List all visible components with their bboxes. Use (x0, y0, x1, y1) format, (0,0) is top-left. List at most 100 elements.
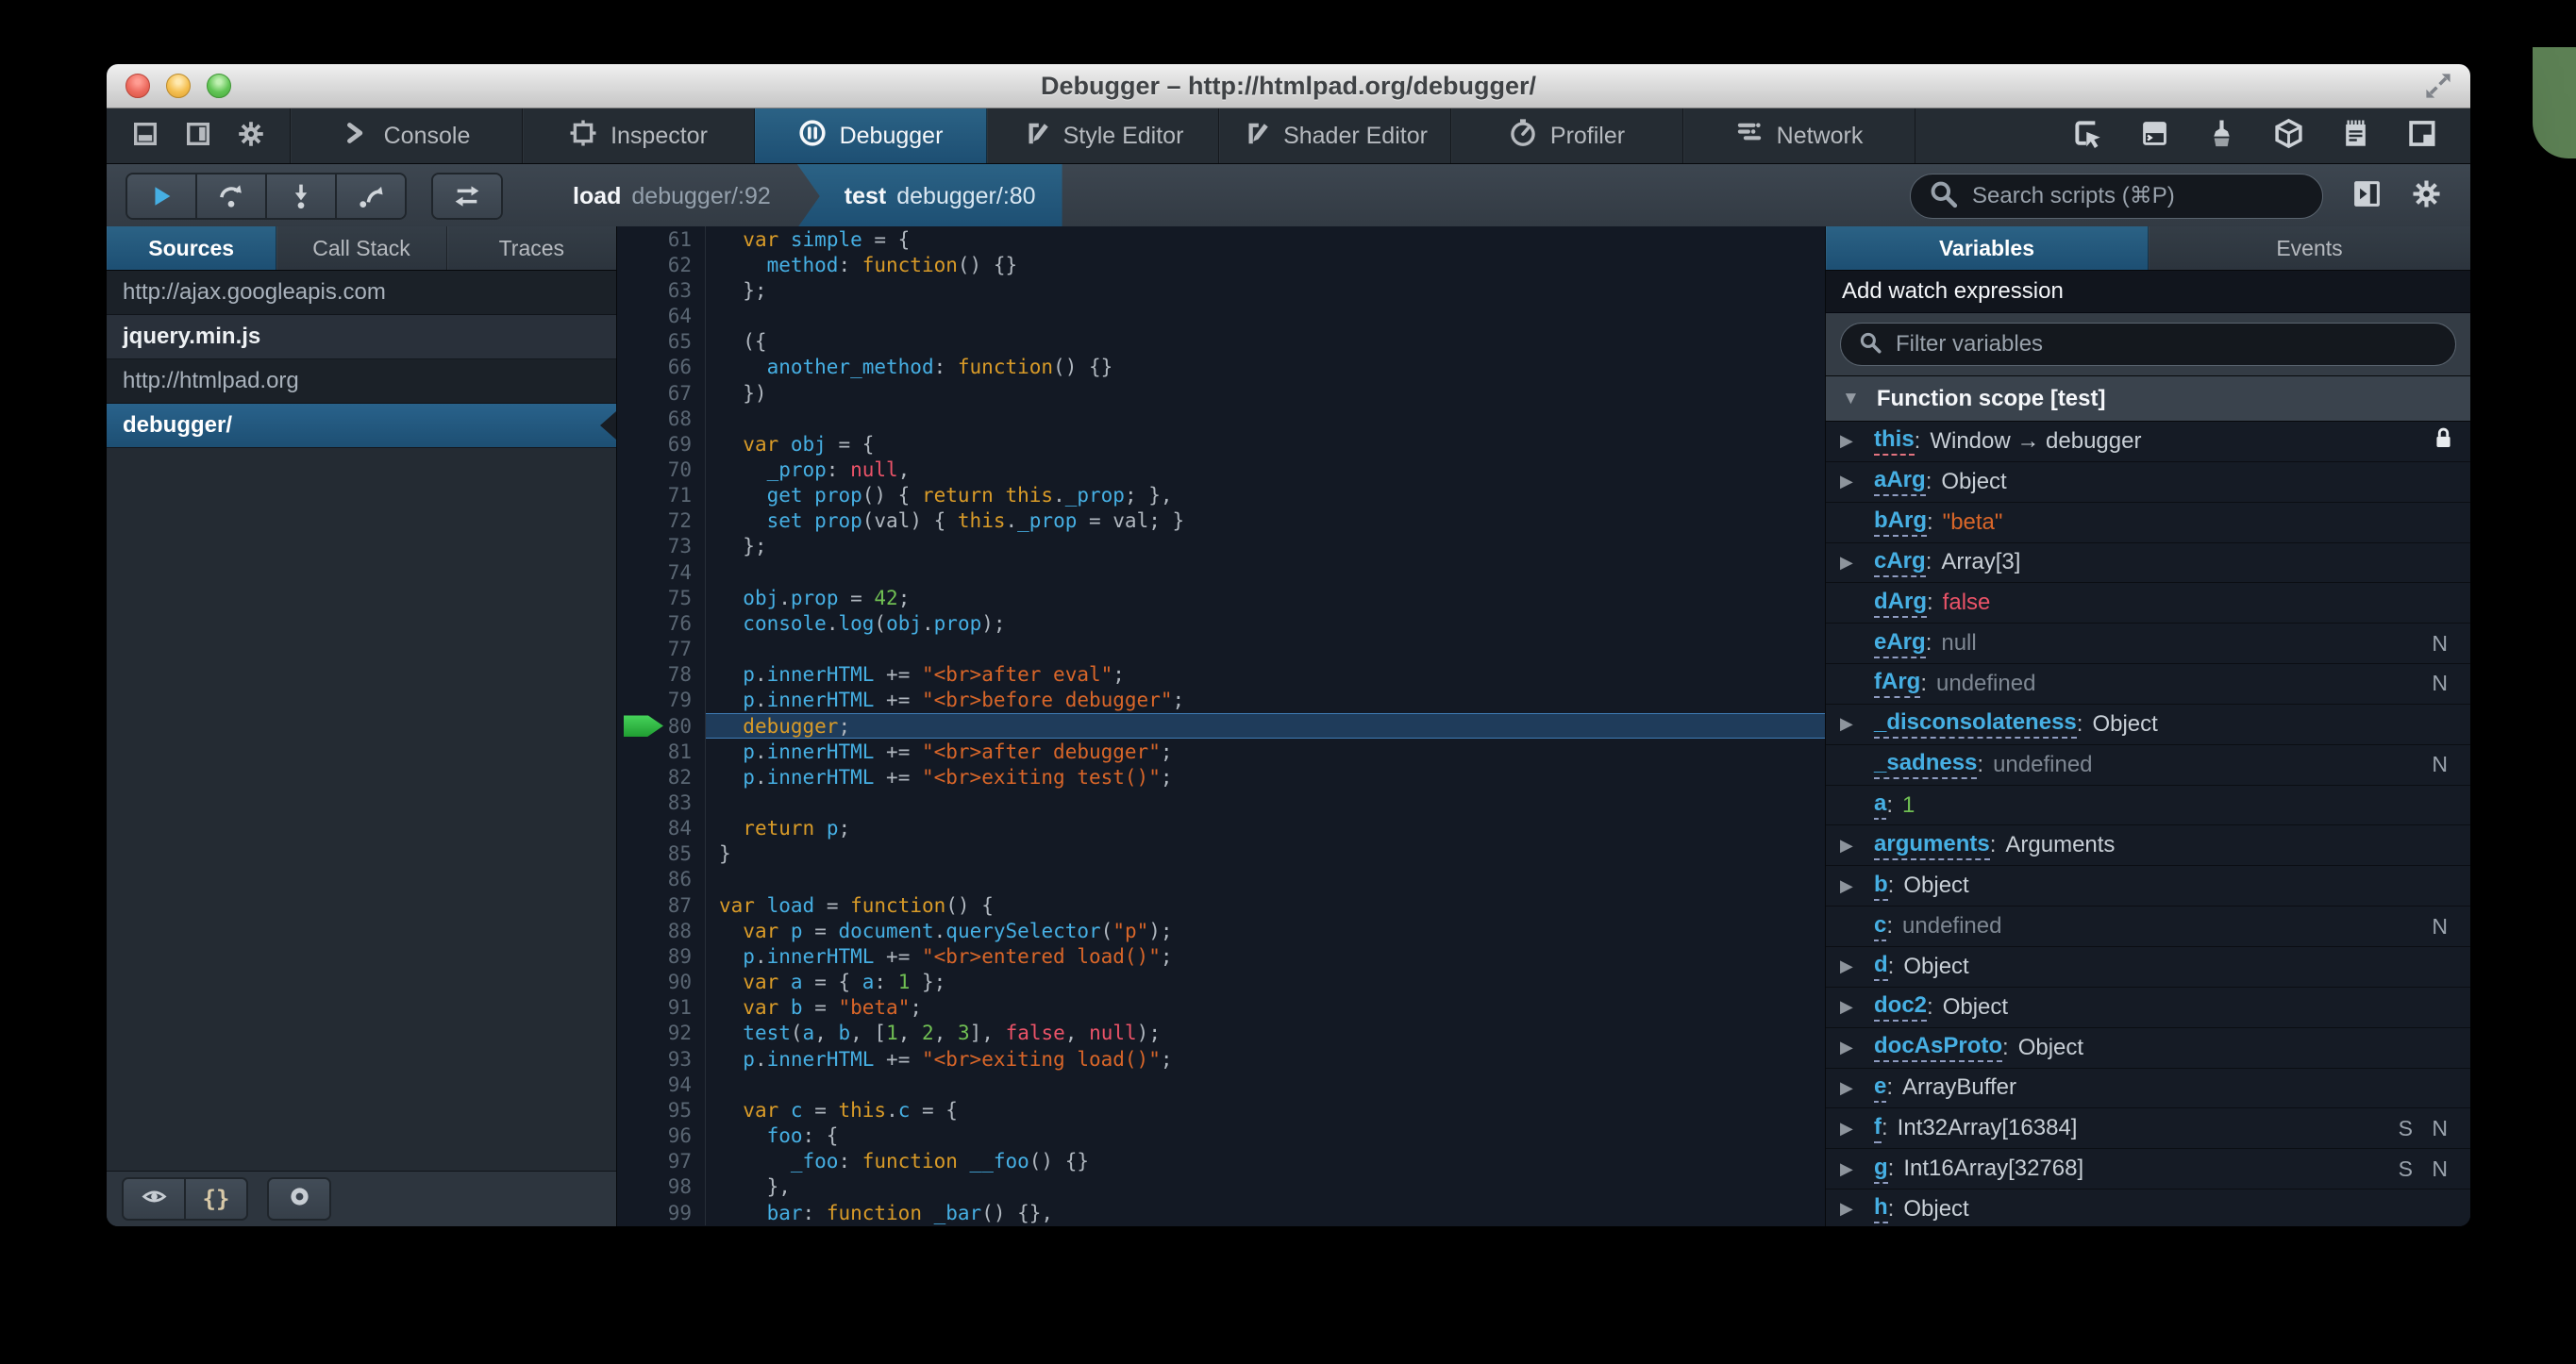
code-line[interactable]: 95 var c = this.c = { (617, 1097, 1825, 1123)
line-number[interactable]: 75 (617, 585, 706, 611)
line-number[interactable]: 89 (617, 943, 706, 970)
code-line[interactable]: 90 var a = { a: 1 }; (617, 969, 1825, 995)
variable-value[interactable]: Object (1903, 1196, 1968, 1223)
line-number[interactable]: 92 (617, 1020, 706, 1046)
code-line[interactable]: 84 return p; (617, 815, 1825, 841)
tab-debugger[interactable]: Debugger (755, 108, 987, 163)
code-line[interactable]: 74 (617, 559, 1825, 586)
toolbox-settings-gear-icon[interactable] (237, 120, 265, 153)
scope-header[interactable]: ▼ Function scope [test] (1826, 376, 2470, 422)
minimize-window-button[interactable] (166, 74, 191, 98)
line-number[interactable]: 98 (617, 1173, 706, 1200)
line-number[interactable]: 74 (617, 559, 706, 586)
variable-row[interactable]: a:1 (1826, 785, 2470, 826)
code-line[interactable]: 77 (617, 636, 1825, 662)
expander-arrow-icon[interactable]: ▶ (1840, 431, 1874, 451)
variable-value[interactable]: Int32Array[16384] (1898, 1115, 2078, 1141)
variable-row[interactable]: ▶ doc2: Object (1826, 987, 2470, 1028)
variable-row[interactable]: ▶ f: Int32Array[16384] S N (1826, 1108, 2470, 1150)
code-line[interactable]: 86 (617, 866, 1825, 893)
variable-name[interactable]: dArg (1874, 589, 1927, 618)
expander-arrow-icon[interactable]: ▶ (1840, 876, 1874, 896)
step-in-button[interactable] (267, 175, 337, 218)
variable-name[interactable]: bArg (1874, 507, 1927, 538)
variable-value[interactable]: Object (2092, 711, 2157, 738)
line-number[interactable]: 88 (617, 918, 706, 944)
source-group[interactable]: http://htmlpad.org (107, 359, 616, 404)
expander-arrow-icon[interactable]: ▶ (1840, 472, 1874, 491)
variable-value[interactable]: undefined (1993, 752, 2092, 778)
code-line[interactable]: 61 var simple = { (617, 226, 1825, 253)
variable-name[interactable]: c (1874, 912, 1887, 941)
line-number[interactable]: 77 (617, 636, 706, 662)
variable-row[interactable]: ▶ _disconsolateness: Object (1826, 704, 2470, 745)
variable-value[interactable]: Window → debugger (1930, 428, 2141, 455)
line-number[interactable]: 95 (617, 1097, 706, 1123)
variable-name[interactable]: doc2 (1874, 992, 1928, 1023)
variable-row[interactable]: fArg: undefined N (1826, 664, 2470, 705)
code-line[interactable]: 72 set prop(val) { this._prop = val; } (617, 507, 1825, 534)
line-number[interactable]: 67 (617, 379, 706, 407)
source-group[interactable]: http://ajax.googleapis.com (107, 271, 616, 315)
source-editor[interactable]: 61 var simple = {62 method: function() {… (617, 226, 1825, 1226)
variable-value[interactable]: Object (2018, 1035, 2083, 1061)
line-number[interactable]: 80 (617, 712, 706, 740)
line-number[interactable]: 82 (617, 764, 706, 790)
variable-row[interactable]: ▶ docAsProto: Object (1826, 1027, 2470, 1069)
code-line[interactable]: 65 ({ (617, 328, 1825, 355)
code-line[interactable]: 76 console.log(obj.prop); (617, 610, 1825, 637)
panel-tab-events[interactable]: Events (2149, 226, 2470, 270)
code-line[interactable]: 67 }) (617, 379, 1825, 407)
split-console-icon[interactable] (2139, 118, 2170, 154)
tab-console[interactable]: Console (290, 108, 523, 163)
variable-name[interactable]: this (1874, 426, 1915, 457)
tab-network[interactable]: Network (1683, 108, 1915, 163)
line-number[interactable]: 86 (617, 866, 706, 893)
variable-name[interactable]: arguments (1874, 831, 1990, 860)
sidebar-tab-call-stack[interactable]: Call Stack (276, 226, 447, 270)
code-line[interactable]: 63 }; (617, 277, 1825, 304)
line-number[interactable]: 81 (617, 739, 706, 765)
pretty-print-button[interactable]: {} (186, 1179, 246, 1219)
breadcrumb-frame[interactable]: test debugger/:80 (796, 164, 1062, 228)
line-number[interactable]: 65 (617, 328, 706, 355)
line-number[interactable]: 69 (617, 431, 706, 457)
code-line[interactable]: 87 var load = function() { (617, 892, 1825, 919)
expander-arrow-icon[interactable]: ▶ (1840, 997, 1874, 1017)
code-line[interactable]: 82 p.innerHTML += "<br>exiting test()"; (617, 764, 1825, 790)
code-line[interactable]: 68 (617, 406, 1825, 432)
variable-row[interactable]: ▶ h: Object (1826, 1189, 2470, 1226)
line-number[interactable]: 61 (617, 226, 706, 253)
fullscreen-icon[interactable] (2423, 71, 2455, 103)
line-number[interactable]: 71 (617, 482, 706, 508)
expander-arrow-icon[interactable]: ▶ (1840, 956, 1874, 976)
tab-inspector[interactable]: Inspector (523, 108, 755, 163)
sidebar-tab-sources[interactable]: Sources (107, 226, 277, 270)
pick-icon[interactable] (2072, 118, 2103, 154)
line-number[interactable]: 73 (617, 533, 706, 560)
tab-shader-editor[interactable]: Shader Editor (1219, 108, 1451, 163)
expander-arrow-icon[interactable]: ▶ (1840, 1038, 1874, 1057)
line-number[interactable]: 70 (617, 457, 706, 483)
code-line[interactable]: 75 obj.prop = 42; (617, 585, 1825, 611)
paintbrush-icon[interactable] (2206, 118, 2237, 154)
line-number[interactable]: 99 (617, 1199, 706, 1226)
code-line[interactable]: 94 (617, 1072, 1825, 1098)
debugger-settings-gear-icon[interactable] (2411, 178, 2442, 214)
code-line[interactable]: 85} (617, 840, 1825, 867)
source-item[interactable]: debugger/ (107, 404, 616, 448)
script-search-input[interactable] (1970, 182, 2305, 210)
resume-button[interactable] (127, 175, 197, 218)
add-watch-expression[interactable]: Add watch expression (1826, 271, 2470, 313)
code-line[interactable]: 98 }, (617, 1173, 1825, 1200)
line-number[interactable]: 93 (617, 1046, 706, 1073)
line-number[interactable]: 84 (617, 815, 706, 841)
variable-row[interactable]: ▶ cArg: Array[3] (1826, 542, 2470, 584)
close-window-button[interactable] (125, 74, 150, 98)
variable-name[interactable]: fArg (1874, 669, 1921, 699)
code-line[interactable]: 89 p.innerHTML += "<br>entered load()"; (617, 943, 1825, 970)
variable-value[interactable]: Object (1941, 469, 2006, 495)
variable-value[interactable]: Object (1903, 873, 1968, 899)
line-number[interactable]: 63 (617, 277, 706, 304)
code-line[interactable]: 73 }; (617, 533, 1825, 560)
